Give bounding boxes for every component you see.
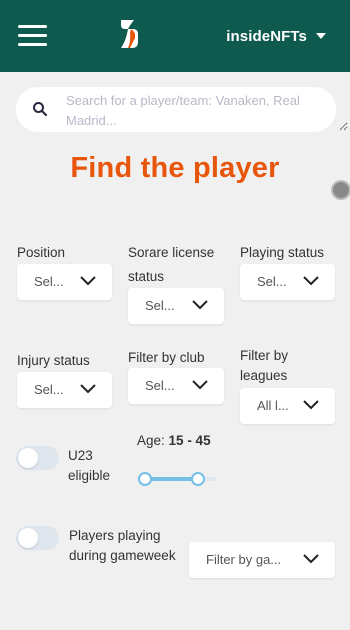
toggle-knob <box>18 528 38 548</box>
user-menu[interactable]: insideNFTs <box>226 24 326 48</box>
position-select[interactable]: Sel... <box>17 264 112 300</box>
chevron-down-icon <box>303 554 319 564</box>
menu-icon[interactable] <box>18 24 48 48</box>
leagues-select[interactable]: All l... <box>240 388 335 424</box>
license-label: Sorare license status <box>128 245 215 284</box>
age-label: Age: 15 - 45 <box>137 431 217 451</box>
injury-select[interactable]: Sel... <box>17 372 112 408</box>
leagues-label: Filter by leagues <box>240 348 289 383</box>
injury-label: Injury status <box>17 353 90 368</box>
license-select-value: Sel... <box>145 298 175 313</box>
search-icon <box>33 102 48 117</box>
game-select-value: Filter by ga... <box>206 552 282 567</box>
gameweek-label: Players playing during gameweek <box>69 528 176 563</box>
position-select-value: Sel... <box>34 274 64 289</box>
u23-toggle[interactable] <box>16 446 59 470</box>
page-title: Find the player <box>70 152 280 184</box>
top-bar: insideNFTs <box>0 0 350 72</box>
age-range-value: 15 - 45 <box>168 433 211 448</box>
chevron-down-icon <box>80 276 96 286</box>
position-label: Position <box>17 245 66 260</box>
chevron-down-icon <box>192 380 208 390</box>
playing-status-label: Playing status <box>240 245 325 260</box>
age-label-text: Age: <box>137 433 165 448</box>
license-select[interactable]: Sel... <box>128 288 224 324</box>
scroll-indicator[interactable] <box>331 180 350 200</box>
toggle-knob <box>18 448 38 468</box>
gameweek-toggle[interactable] <box>16 526 59 550</box>
user-name: insideNFTs <box>226 27 307 45</box>
playing-status-select[interactable]: Sel... <box>240 264 335 300</box>
age-min-handle[interactable] <box>138 472 152 486</box>
club-label: Filter by club <box>128 350 205 365</box>
search-bar <box>16 87 348 132</box>
injury-select-value: Sel... <box>34 382 64 397</box>
u23-label: U23 eligible <box>68 448 111 483</box>
game-select[interactable]: Filter by ga... <box>189 542 335 578</box>
age-max-handle[interactable] <box>191 472 205 486</box>
sorare-logo[interactable] <box>117 20 141 48</box>
chevron-down-icon <box>303 400 319 410</box>
chevron-down-icon <box>80 384 96 394</box>
playing-status-select-value: Sel... <box>257 274 287 289</box>
leagues-select-value: All l... <box>257 398 289 413</box>
caret-down-icon <box>316 33 326 39</box>
club-select[interactable]: Sel... <box>128 368 224 404</box>
search-input[interactable] <box>66 91 348 131</box>
club-select-value: Sel... <box>145 378 175 393</box>
chevron-down-icon <box>192 300 208 310</box>
chevron-down-icon <box>303 276 319 286</box>
